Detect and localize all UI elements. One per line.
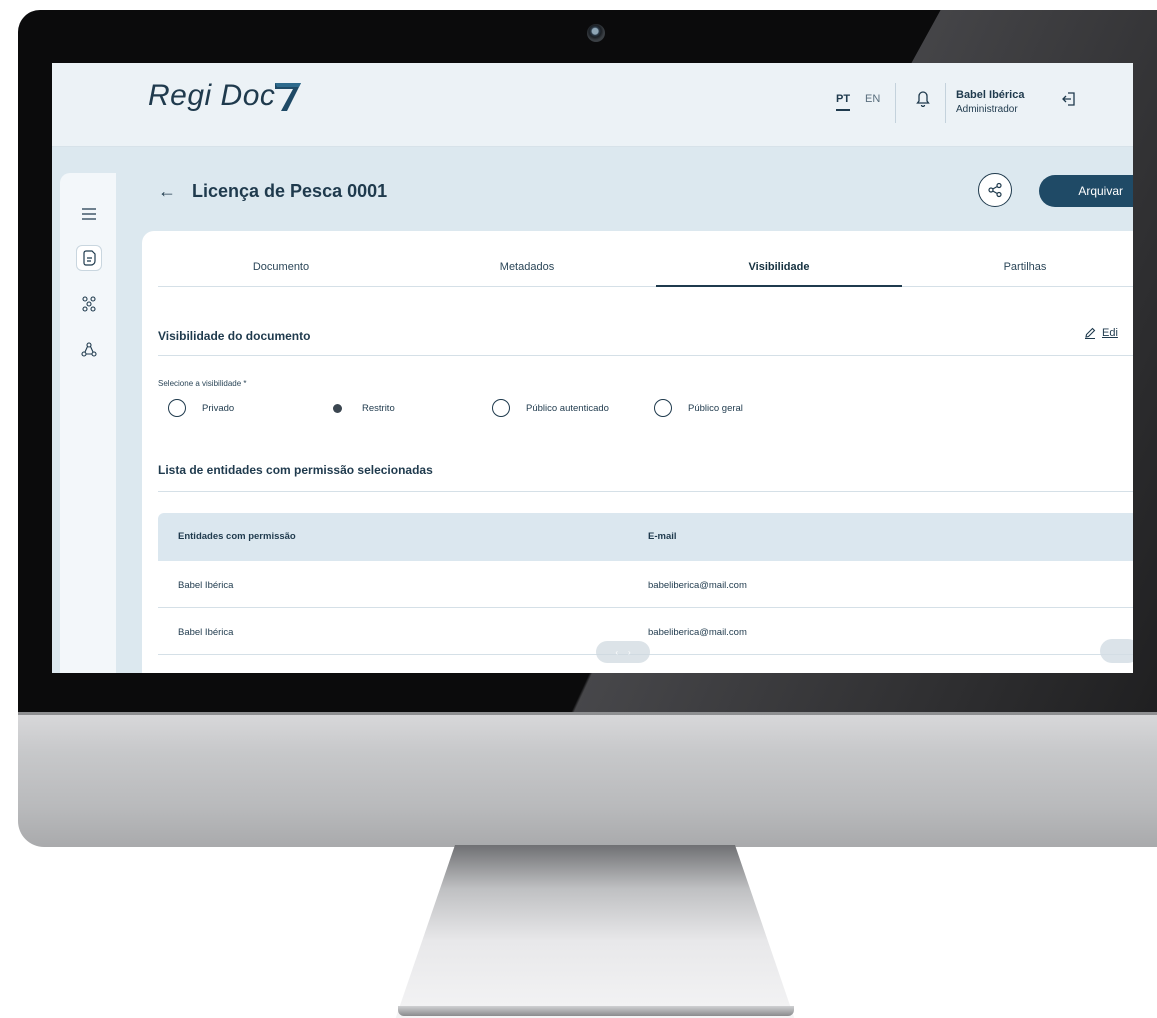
divider <box>895 83 896 123</box>
radio-button[interactable] <box>492 399 510 417</box>
active-tab-indicator <box>656 285 902 287</box>
carousel-nav[interactable]: ‹ › <box>596 641 650 663</box>
tab-documento[interactable]: Documento <box>158 261 404 273</box>
divider <box>158 491 1133 492</box>
radio-option-publico-geral[interactable]: Público geral <box>654 399 743 417</box>
page-title: Licença de Pesca 0001 <box>192 181 388 201</box>
divider <box>945 83 946 123</box>
user-name[interactable]: Babel Ibérica <box>956 89 1024 101</box>
share-button[interactable] <box>978 173 1012 207</box>
edit-label: Edi <box>1102 327 1118 339</box>
radio-option-publico-autenticado[interactable]: Público autenticado <box>492 399 609 417</box>
table-header: Entidades com permissão E-mail <box>158 513 1133 561</box>
monitor-chin <box>18 712 1157 847</box>
entity-name: Babel Ibérica <box>178 580 234 591</box>
monitor-stand <box>395 845 795 1018</box>
language-pt[interactable]: PT <box>836 93 851 111</box>
tab-visibilidade[interactable]: Visibilidade <box>656 261 902 273</box>
radio-label: Público autenticado <box>526 402 609 414</box>
divider <box>158 355 1133 356</box>
entity-name: Babel Ibérica <box>178 627 234 638</box>
entity-email: babeliberica@mail.com <box>648 580 747 591</box>
entity-email: babeliberica@mail.com <box>648 627 747 638</box>
visibility-field-label: Selecione a visibilidade * <box>158 379 247 388</box>
users-group-icon[interactable] <box>76 291 102 317</box>
radio-label: Restrito <box>362 402 395 414</box>
column-header-entidades[interactable]: Entidades com permissão <box>178 531 296 542</box>
user-role: Administrador <box>956 104 1018 115</box>
visibility-section-title: Visibilidade do documento <box>158 329 311 343</box>
network-icon[interactable] <box>76 337 102 363</box>
monitor-stand-base <box>398 1006 794 1016</box>
radio-label: Privado <box>202 402 235 414</box>
tab-partilhas[interactable]: Partilhas <box>902 261 1133 273</box>
radio-label: Público geral <box>688 402 743 414</box>
logo-mark-icon <box>275 83 302 111</box>
menu-icon[interactable] <box>76 201 102 227</box>
radio-button[interactable] <box>654 399 672 417</box>
language-en[interactable]: EN <box>865 93 880 105</box>
pencil-icon <box>1085 327 1096 339</box>
floating-action-button[interactable] <box>1100 639 1133 663</box>
documents-icon[interactable] <box>76 245 102 271</box>
entities-section-title: Lista de entidades com permissão selecio… <box>158 463 433 477</box>
logout-icon[interactable] <box>1061 91 1077 112</box>
top-bar: Regi Doc PT EN Babel Ibérica Administrad… <box>52 63 1133 147</box>
regidoc-logo[interactable]: Regi Doc <box>148 79 303 113</box>
edit-link[interactable]: Edi <box>1084 327 1118 339</box>
chevron-left-icon[interactable]: ‹ <box>615 648 618 657</box>
sidebar <box>60 173 116 673</box>
logo-text: Regi Doc <box>148 79 276 112</box>
document-card: Documento Metadados Visibilidade Partilh… <box>142 231 1133 673</box>
radio-button[interactable] <box>168 399 186 417</box>
chevron-right-icon[interactable]: › <box>628 648 631 657</box>
column-header-email[interactable]: E-mail <box>648 531 677 542</box>
back-arrow-icon[interactable]: ← <box>158 181 176 202</box>
radio-option-privado[interactable]: Privado <box>168 399 234 417</box>
radio-button-checked[interactable] <box>328 399 346 417</box>
tab-bar: Documento Metadados Visibilidade Partilh… <box>158 253 1133 287</box>
entities-table: Entidades com permissão E-mail Babel Ibé… <box>158 513 1133 655</box>
table-row[interactable]: Babel Ibérica babeliberica@mail.com <box>158 561 1133 608</box>
share-icon <box>988 182 1002 198</box>
webcam <box>587 24 605 42</box>
notifications-bell-icon[interactable] <box>916 89 930 112</box>
archive-button[interactable]: Arquivar <box>1039 175 1133 207</box>
app-screen: Regi Doc PT EN Babel Ibérica Administrad… <box>52 63 1133 673</box>
radio-option-restrito[interactable]: Restrito <box>328 399 395 417</box>
tab-metadados[interactable]: Metadados <box>404 261 650 273</box>
